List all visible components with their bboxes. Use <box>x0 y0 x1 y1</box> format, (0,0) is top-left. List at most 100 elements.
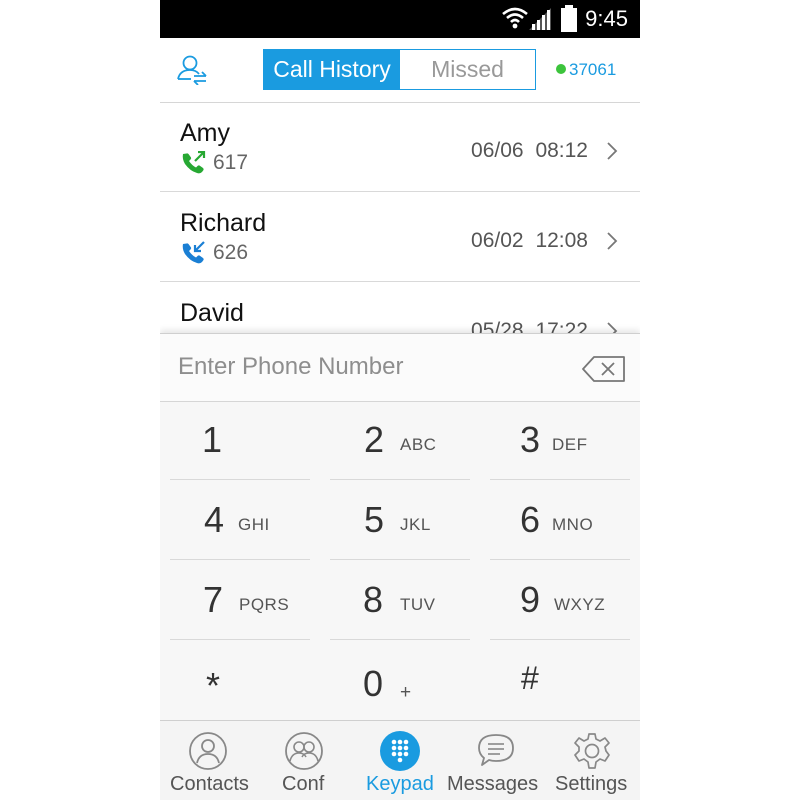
call-time: 17:22 <box>535 319 588 333</box>
divider <box>170 559 310 560</box>
chevron-right-icon <box>607 322 618 333</box>
key-star[interactable]: * <box>170 642 310 720</box>
call-history-list: Amy 617 06/06 08:12 Richard 626 06/02 12… <box>160 103 640 333</box>
divider <box>490 479 630 480</box>
phone-screen: 9:45 Call History Missed 37061 Amy 617 0… <box>160 0 640 800</box>
key-letters: ABC <box>400 435 437 454</box>
tab-contacts[interactable]: Contacts <box>160 721 256 800</box>
call-number-line: 626 <box>181 241 248 265</box>
contacts-icon <box>189 732 227 770</box>
key-letters: + <box>400 682 412 703</box>
key-letters: JKL <box>400 515 431 534</box>
extension-number: 37061 <box>569 60 617 79</box>
call-history-row[interactable]: Amy 617 06/06 08:12 <box>160 103 640 192</box>
key-letters: PQRS <box>239 595 290 614</box>
key-digit: 6 <box>520 499 541 540</box>
phone-number-input[interactable] <box>178 348 558 386</box>
presence-dot-icon <box>556 64 566 74</box>
call-number: 617 <box>213 151 249 174</box>
call-date: 06/02 <box>471 229 524 252</box>
outgoing-call-icon <box>182 151 206 174</box>
key-digit: 0 <box>363 663 384 704</box>
caller-name: Amy <box>180 119 230 147</box>
call-number: 626 <box>213 241 249 264</box>
call-date: 06/06 <box>471 139 524 162</box>
key-2[interactable]: 2 ABC <box>330 402 470 480</box>
header: Call History Missed 37061 <box>160 38 640 103</box>
key-8[interactable]: 8 TUV <box>330 562 470 640</box>
tab-label: Contacts <box>170 773 249 795</box>
divider <box>330 639 470 640</box>
signal-icon <box>529 8 551 30</box>
tab-conf[interactable]: Conf <box>256 721 352 800</box>
dialpad-keys: 1 2 ABC 3 DEF 4 GHI 5 JKL 6 MNO 7 PQRS 8… <box>160 402 640 722</box>
incoming-call-icon <box>182 241 205 264</box>
status-time: 9:45 <box>585 6 628 31</box>
divider <box>490 559 630 560</box>
key-digit: * <box>206 665 221 706</box>
key-digit: 4 <box>204 499 225 540</box>
key-digit: 8 <box>363 579 384 620</box>
key-1[interactable]: 1 <box>170 402 310 480</box>
key-letters: DEF <box>552 435 588 454</box>
key-digit: 2 <box>364 419 385 460</box>
key-digit: 5 <box>364 499 385 540</box>
divider <box>330 479 470 480</box>
conference-icon <box>285 732 323 770</box>
history-segmented-control: Call History Missed <box>263 49 536 90</box>
key-pound[interactable]: # <box>490 642 630 720</box>
key-digit: 3 <box>520 419 541 460</box>
call-time: 08:12 <box>535 139 588 162</box>
key-7[interactable]: 7 PQRS <box>170 562 310 640</box>
key-9[interactable]: 9 WXYZ <box>490 562 630 640</box>
call-history-row[interactable]: David 05/28 17:22 <box>160 283 640 333</box>
settings-icon <box>574 733 610 769</box>
key-digit: 9 <box>520 579 541 620</box>
caller-name: David <box>180 299 244 327</box>
tab-call-history[interactable]: Call History <box>264 50 400 89</box>
tab-label: Messages <box>447 773 539 795</box>
key-digit: 1 <box>202 419 223 460</box>
tab-keypad[interactable]: Keypad <box>352 721 448 800</box>
call-time: 12:08 <box>535 229 588 252</box>
divider <box>490 639 630 640</box>
call-number-line: 617 <box>181 151 248 175</box>
call-datetime: 05/28 17:22 <box>471 319 588 333</box>
divider <box>170 479 310 480</box>
key-digit: # <box>521 660 539 696</box>
battery-icon <box>561 5 577 32</box>
call-history-row[interactable]: Richard 626 06/02 12:08 <box>160 193 640 282</box>
tab-settings[interactable]: Settings <box>544 721 640 800</box>
contact-switch-icon[interactable] <box>177 55 209 85</box>
caller-name: Richard <box>180 209 267 237</box>
tab-messages[interactable]: Messages <box>447 721 544 800</box>
key-letters: MNO <box>552 515 594 534</box>
key-digit: 7 <box>203 579 224 620</box>
tab-label: Keypad <box>366 773 434 795</box>
key-4[interactable]: 4 GHI <box>170 482 310 560</box>
chevron-right-icon <box>607 232 618 250</box>
wifi-icon <box>502 7 528 29</box>
dialpad-panel: 1 2 ABC 3 DEF 4 GHI 5 JKL <box>160 333 640 722</box>
key-0[interactable]: 0 + <box>330 642 470 720</box>
tab-missed[interactable]: Missed <box>400 50 535 89</box>
status-bar: 9:45 <box>160 0 640 38</box>
chevron-right-icon <box>607 142 618 160</box>
divider <box>170 639 310 640</box>
keypad-icon <box>380 731 420 771</box>
call-datetime: 06/06 08:12 <box>471 139 588 163</box>
call-date: 05/28 <box>471 319 524 333</box>
tab-label: Conf <box>282 773 325 795</box>
key-6[interactable]: 6 MNO <box>490 482 630 560</box>
key-letters: GHI <box>238 515 270 534</box>
key-3[interactable]: 3 DEF <box>490 402 630 480</box>
call-datetime: 06/02 12:08 <box>471 229 588 253</box>
key-5[interactable]: 5 JKL <box>330 482 470 560</box>
key-letters: TUV <box>400 595 436 614</box>
key-letters: WXYZ <box>554 595 606 614</box>
divider <box>330 559 470 560</box>
tab-label: Settings <box>555 773 628 795</box>
account-status: 37061 <box>556 60 616 80</box>
phone-number-field <box>160 334 640 402</box>
backspace-icon[interactable] <box>582 355 626 383</box>
